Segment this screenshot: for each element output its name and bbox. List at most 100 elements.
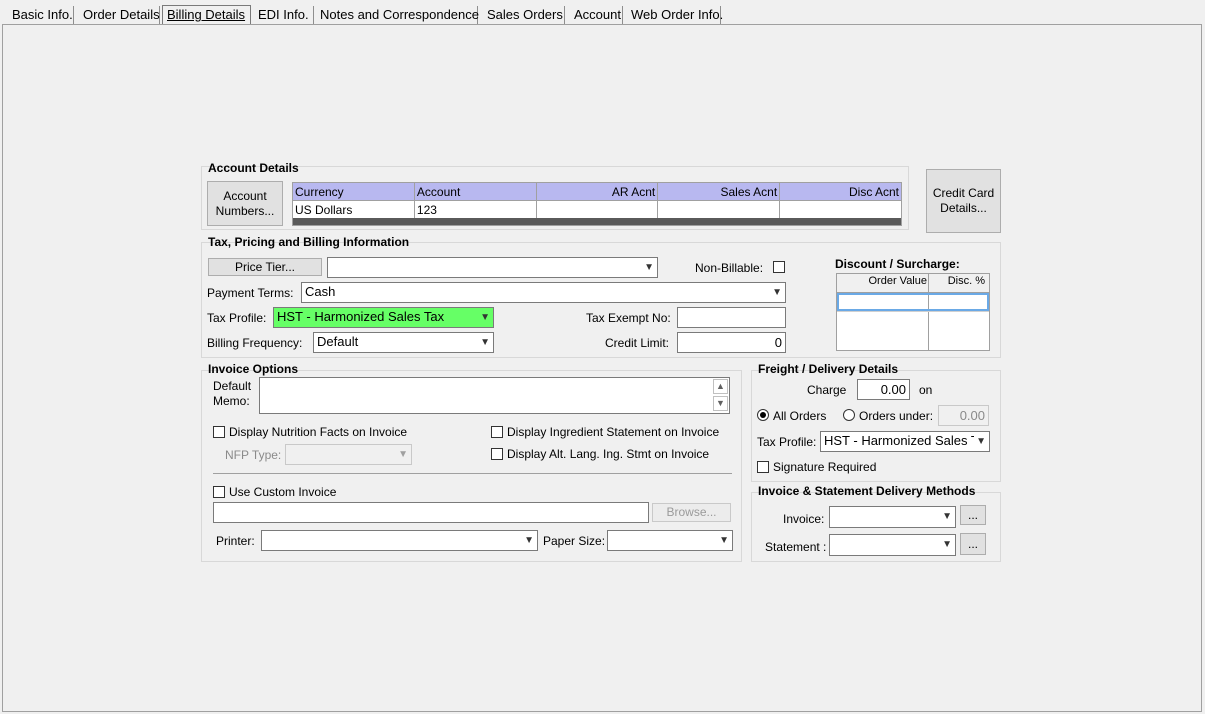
- nutrition-facts-checkbox[interactable]: [213, 426, 225, 438]
- price-tier-label: Price Tier...: [234, 259, 296, 274]
- nutrition-facts-label: Display Nutrition Facts on Invoice: [229, 425, 408, 439]
- discount-grid[interactable]: Order Value Disc. %: [836, 273, 990, 351]
- tax-profile-select[interactable]: HST - Harmonized Sales Tax ▼: [273, 307, 494, 328]
- discount-title: Discount / Surcharge:: [835, 257, 960, 271]
- account-grid[interactable]: Currency Account AR Acnt Sales Acnt Disc…: [292, 182, 902, 226]
- nfp-type-select[interactable]: ▼: [285, 444, 412, 465]
- alt-lang-label: Display Alt. Lang. Ing. Stmt on Invoice: [507, 447, 710, 461]
- cell-disc-acnt[interactable]: [779, 200, 901, 219]
- invoice-delivery-more-button[interactable]: ...: [960, 505, 986, 525]
- alt-lang-checkbox[interactable]: [491, 448, 503, 460]
- tax-profile-value: HST - Harmonized Sales Tax: [277, 309, 445, 324]
- default-memo-textarea[interactable]: ▲ ▼: [259, 377, 730, 414]
- tab-order-details[interactable]: Order Details: [79, 6, 160, 24]
- invoice-options-title: Invoice Options: [208, 362, 299, 376]
- col-ar-acnt[interactable]: AR Acnt: [535, 183, 659, 201]
- signature-required-checkbox[interactable]: [757, 461, 769, 473]
- charge-input[interactable]: 0.00: [857, 379, 910, 400]
- tab-edi-info[interactable]: EDI Info.: [254, 6, 314, 24]
- printer-label: Printer:: [216, 534, 255, 548]
- chevron-down-icon: ▼: [480, 337, 490, 348]
- orders-under-input[interactable]: 0.00: [938, 405, 989, 426]
- invoice-delivery-label: Invoice:: [783, 512, 825, 526]
- ingredient-statement-checkbox[interactable]: [491, 426, 503, 438]
- tab-basic-info[interactable]: Basic Info.: [8, 6, 74, 24]
- credit-card-label: Credit Card Details...: [932, 186, 995, 215]
- billing-frequency-select[interactable]: Default ▼: [313, 332, 494, 353]
- statement-delivery-more-button[interactable]: ...: [960, 533, 986, 555]
- orders-under-label: Orders under:: [859, 409, 934, 423]
- col-sales-acnt[interactable]: Sales Acnt: [657, 183, 781, 201]
- freight-tax-profile-value: HST - Harmonized Sales T: [824, 433, 979, 448]
- custom-invoice-path-input[interactable]: [213, 502, 649, 523]
- chevron-down-icon: ▼: [719, 535, 729, 546]
- scroll-up-icon[interactable]: ▲: [713, 379, 728, 394]
- account-numbers-button[interactable]: Account Numbers...: [207, 181, 283, 226]
- scroll-down-icon[interactable]: ▼: [713, 396, 728, 411]
- ellipsis-label: ...: [967, 507, 978, 522]
- custom-invoice-label: Use Custom Invoice: [229, 485, 337, 499]
- freight-tax-profile-label: Tax Profile:: [757, 435, 817, 449]
- all-orders-radio[interactable]: [757, 409, 769, 421]
- all-orders-label: All Orders: [773, 409, 827, 423]
- cell-currency[interactable]: US Dollars: [293, 200, 415, 219]
- grid-scrollbar[interactable]: [293, 218, 901, 225]
- credit-limit-label: Credit Limit:: [605, 336, 670, 350]
- table-row[interactable]: US Dollars 123: [293, 200, 901, 219]
- chevron-down-icon: ▼: [398, 449, 408, 460]
- payment-terms-select[interactable]: Cash ▼: [301, 282, 786, 303]
- billing-frequency-value: Default: [317, 334, 359, 349]
- selected-row[interactable]: [837, 293, 989, 311]
- chevron-down-icon: ▼: [942, 539, 952, 550]
- col-order-value[interactable]: Order Value: [837, 275, 928, 287]
- chevron-down-icon: ▼: [480, 312, 490, 323]
- credit-card-details-button[interactable]: Credit Card Details...: [926, 169, 1001, 233]
- tax-profile-label: Tax Profile:: [207, 311, 267, 325]
- default-memo-label: Default Memo:: [213, 379, 251, 409]
- payment-terms-value: Cash: [305, 284, 336, 299]
- tax-exempt-label: Tax Exempt No:: [586, 311, 671, 325]
- custom-invoice-checkbox[interactable]: [213, 486, 225, 498]
- ellipsis-label: ...: [967, 536, 978, 551]
- tab-web-order-info[interactable]: Web Order Info.: [627, 6, 723, 24]
- statement-delivery-label: Statement :: [765, 540, 827, 554]
- statement-delivery-select[interactable]: ▼: [829, 534, 956, 556]
- delivery-methods-title: Invoice & Statement Delivery Methods: [758, 484, 976, 498]
- tab-notes[interactable]: Notes and Correspondence: [316, 6, 479, 24]
- non-billable-label: Non-Billable:: [695, 261, 764, 275]
- tab-sales-orders[interactable]: Sales Orders: [483, 6, 565, 24]
- paper-size-label: Paper Size:: [543, 534, 606, 548]
- tab-billing-details[interactable]: Billing Details: [162, 5, 251, 25]
- freight-tax-profile-select[interactable]: HST - Harmonized Sales T ▼: [820, 431, 990, 452]
- tab-account[interactable]: Account: [570, 6, 623, 24]
- tax-exempt-input[interactable]: [677, 307, 786, 328]
- cell-account[interactable]: 123: [413, 200, 537, 219]
- col-currency[interactable]: Currency: [293, 183, 415, 201]
- browse-button[interactable]: Browse...: [652, 503, 731, 522]
- chevron-down-icon: ▼: [644, 262, 654, 273]
- tab-panel: [2, 24, 1202, 712]
- col-disc-acnt[interactable]: Disc Acnt: [779, 183, 901, 201]
- price-tier-button[interactable]: Price Tier...: [208, 258, 322, 276]
- col-disc-percent[interactable]: Disc. %: [929, 275, 985, 287]
- credit-limit-input[interactable]: 0: [677, 332, 786, 353]
- ingredient-statement-label: Display Ingredient Statement on Invoice: [507, 425, 720, 439]
- billing-frequency-label: Billing Frequency:: [207, 336, 303, 350]
- non-billable-checkbox[interactable]: [773, 261, 785, 273]
- paper-size-select[interactable]: ▼: [607, 530, 733, 551]
- charge-label: Charge: [807, 383, 847, 397]
- on-label: on: [919, 383, 933, 397]
- default-memo-label-line2: Memo:: [213, 394, 250, 408]
- printer-select[interactable]: ▼: [261, 530, 538, 551]
- price-tier-select[interactable]: ▼: [327, 257, 658, 278]
- column-divider: [928, 274, 929, 350]
- invoice-delivery-select[interactable]: ▼: [829, 506, 956, 528]
- orders-under-radio[interactable]: [843, 409, 855, 421]
- account-numbers-label: Account Numbers...: [215, 188, 275, 218]
- col-account[interactable]: Account: [413, 183, 537, 201]
- cell-sales-acnt[interactable]: [657, 200, 781, 219]
- chevron-down-icon: ▼: [942, 511, 952, 522]
- chevron-down-icon: ▼: [974, 432, 986, 451]
- freight-title: Freight / Delivery Details: [758, 362, 899, 376]
- cell-ar-acnt[interactable]: [535, 200, 659, 219]
